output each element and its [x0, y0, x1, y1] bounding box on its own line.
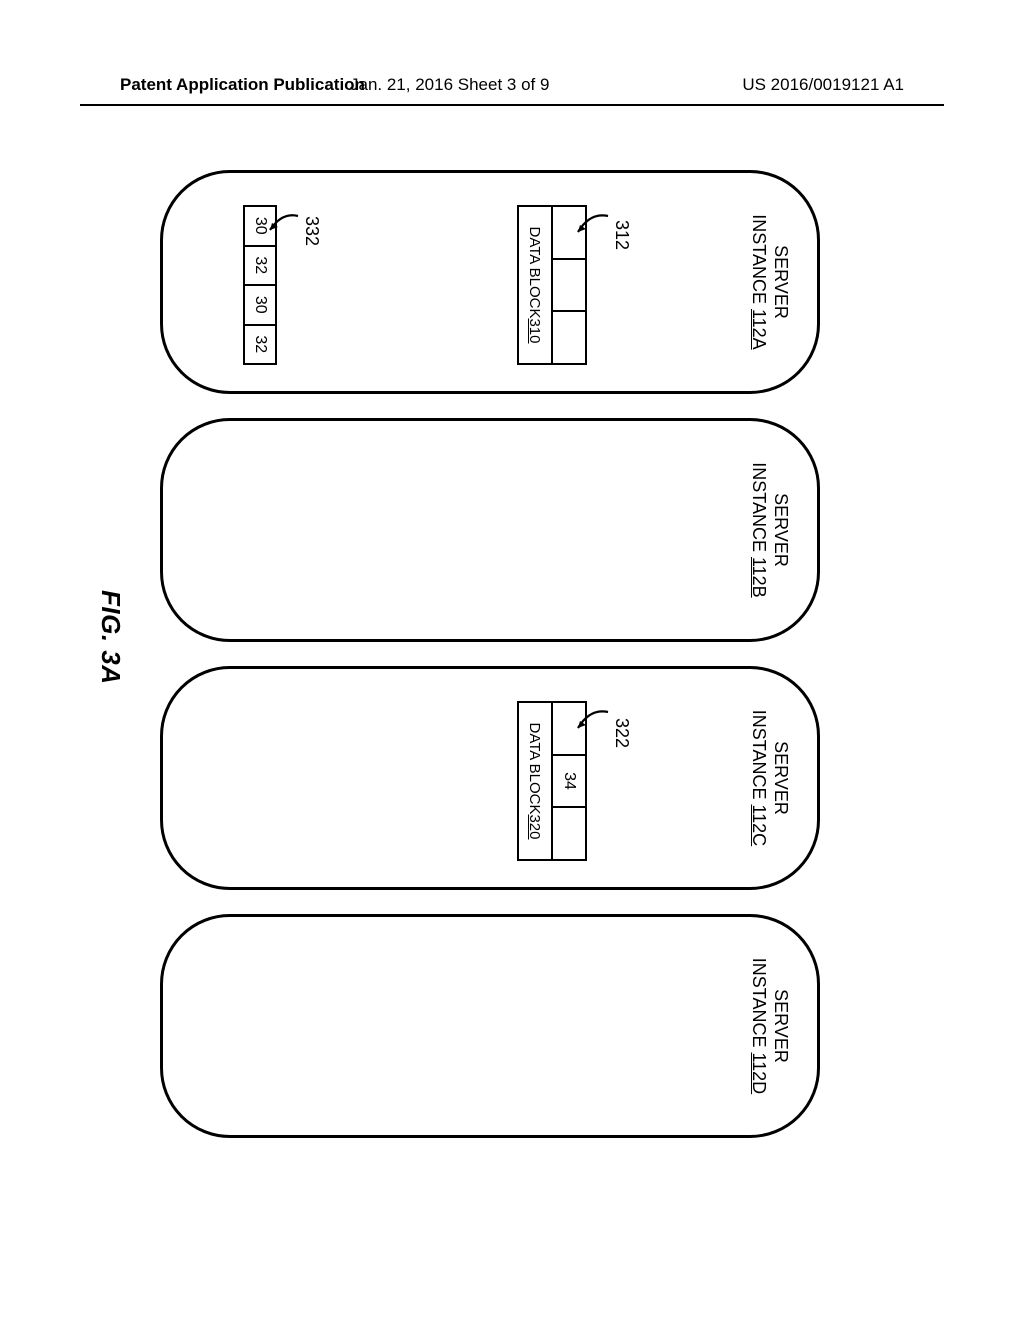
server-instance-112d: SERVER INSTANCE 112D — [160, 914, 820, 1138]
server-b-title-l2: INSTANCE 112B — [748, 421, 770, 639]
strip-332-cell-1: 32 — [245, 247, 275, 287]
figure-3a-diagram: SERVER INSTANCE 112A DATA BLOCK 310 30 3… — [140, 170, 820, 1150]
server-a-title-l1: SERVER — [769, 173, 791, 391]
server-d-title-l2: INSTANCE 112D — [748, 917, 770, 1135]
ref-322-arrow-icon — [570, 706, 610, 746]
server-a-title-l2: INSTANCE 112A — [748, 173, 770, 391]
data-block-320-cell-1: 34 — [553, 756, 585, 809]
server-d-title: SERVER INSTANCE 112D — [748, 917, 791, 1135]
header-right: US 2016/0019121 A1 — [742, 75, 904, 95]
server-d-title-l1: SERVER — [769, 917, 791, 1135]
server-c-title-l1: SERVER — [769, 669, 791, 887]
server-b-title-l1: SERVER — [769, 421, 791, 639]
data-block-320-cell-2 — [553, 808, 585, 859]
ref-332-arrow-icon — [264, 210, 300, 246]
header-rule — [80, 104, 944, 106]
data-block-310-cell-1 — [553, 260, 585, 313]
data-block-310-cell-2 — [553, 312, 585, 363]
data-block-310-label: DATA BLOCK 310 — [517, 205, 553, 365]
ref-312-arrow-icon — [570, 210, 610, 250]
server-c-title-l2: INSTANCE 112C — [748, 669, 770, 887]
server-instance-112b: SERVER INSTANCE 112B — [160, 418, 820, 642]
data-block-320-label: DATA BLOCK 320 — [517, 701, 553, 861]
strip-332-cell-3: 32 — [245, 326, 275, 364]
server-b-title: SERVER INSTANCE 112B — [748, 421, 791, 639]
server-instance-112a: SERVER INSTANCE 112A DATA BLOCK 310 30 3… — [160, 170, 820, 394]
ref-312-label: 312 — [611, 220, 632, 250]
header-left: Patent Application Publication — [120, 75, 365, 95]
server-instance-112c: SERVER INSTANCE 112C 34 DATA BLOCK 320 — [160, 666, 820, 890]
figure-caption: FIG. 3A — [95, 590, 126, 685]
ref-322-label: 322 — [611, 718, 632, 748]
server-a-title: SERVER INSTANCE 112A — [748, 173, 791, 391]
strip-332-cell-2: 30 — [245, 286, 275, 326]
ref-332-label: 332 — [301, 216, 322, 246]
header-center: Jan. 21, 2016 Sheet 3 of 9 — [350, 75, 549, 95]
server-c-title: SERVER INSTANCE 112C — [748, 669, 791, 887]
